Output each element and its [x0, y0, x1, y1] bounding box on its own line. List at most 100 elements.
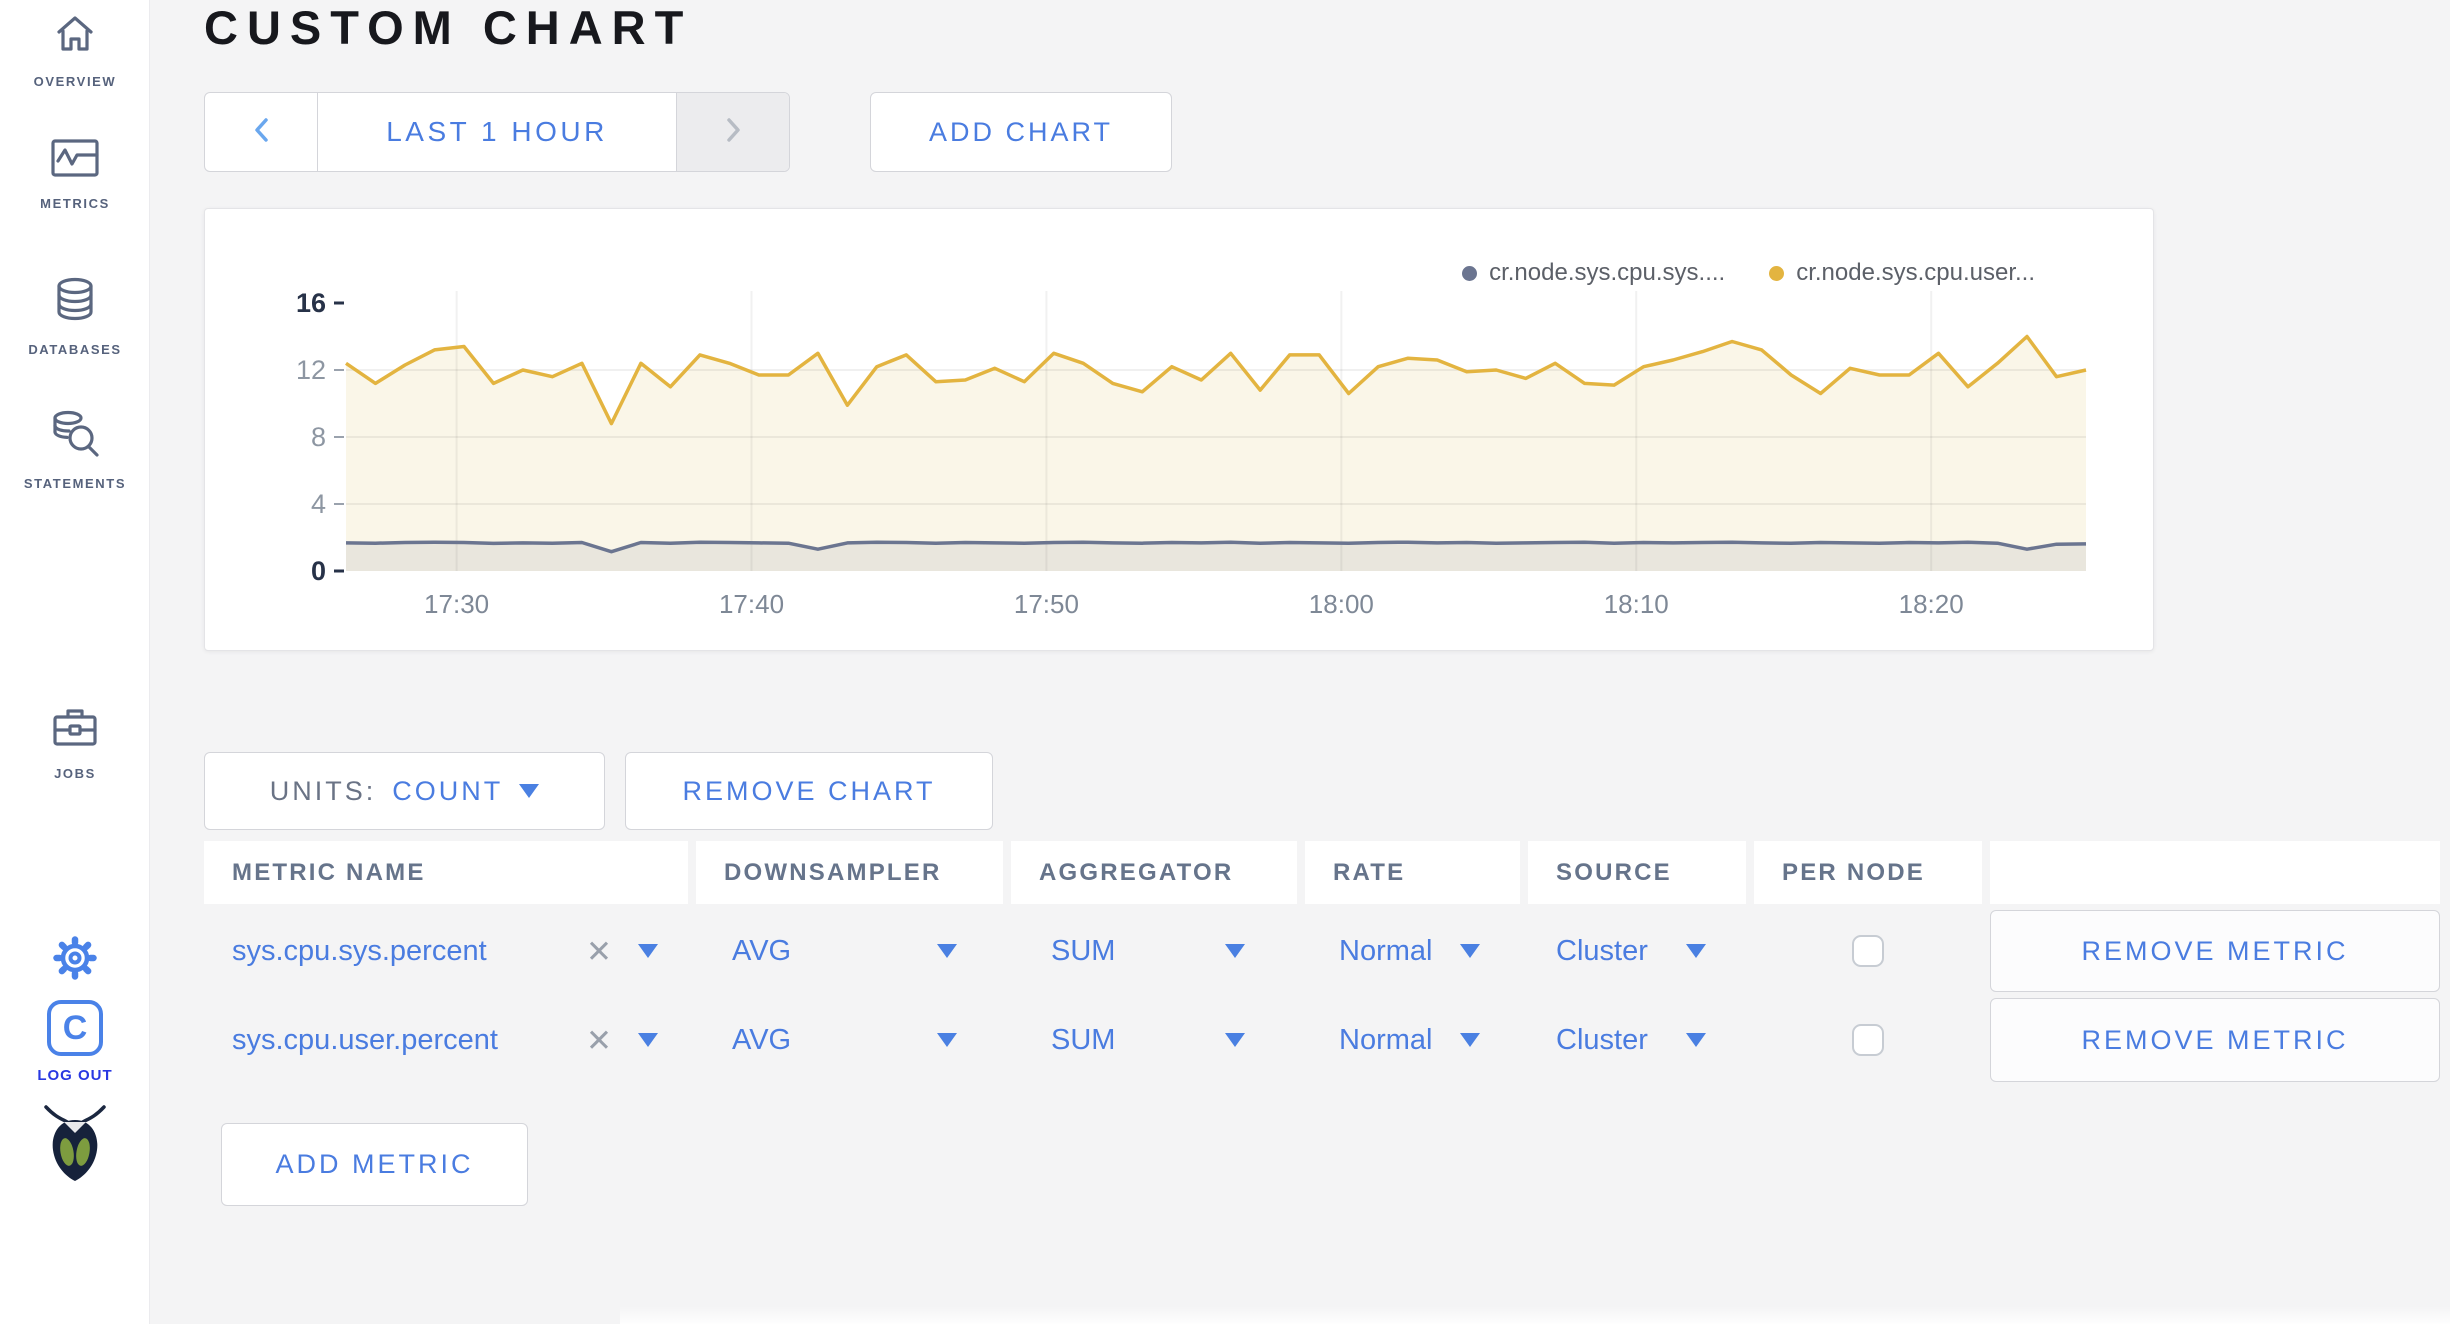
column-header-downsampler: DOWNSAMPLER — [696, 841, 1003, 904]
source-value: Cluster — [1556, 1023, 1648, 1056]
bottom-shade — [620, 1306, 2450, 1324]
units-value: COUNT — [392, 775, 504, 806]
rate-dropdown[interactable]: Normal — [1305, 998, 1520, 1082]
metrics-table: METRIC NAME DOWNSAMPLER AGGREGATOR RATE … — [204, 841, 2440, 1082]
chevron-down-icon — [1460, 1033, 1480, 1047]
clear-metric-icon[interactable]: ✕ — [586, 1025, 612, 1056]
chart-controls-row: UNITS: COUNT REMOVE CHART — [204, 752, 993, 830]
svg-text:18:00: 18:00 — [1309, 589, 1374, 619]
metric-name: sys.cpu.user.percent — [232, 1023, 498, 1056]
svg-text:18:20: 18:20 — [1899, 589, 1964, 619]
chevron-down-icon — [1686, 1033, 1706, 1047]
gear-icon — [53, 936, 97, 985]
sidebar-item-statements[interactable]: STATEMENTS — [0, 410, 150, 491]
chevron-down-icon — [1460, 944, 1480, 958]
chart-card: 17:30 17:40 17:50 18:00 18:10 18:20 0 4 8 12 16 cr… — [204, 208, 2154, 651]
time-range-dropdown[interactable]: LAST 1 HOUR — [317, 93, 677, 171]
home-icon — [49, 10, 101, 63]
units-label: UNITS: — [269, 775, 377, 806]
remove-chart-button[interactable]: REMOVE CHART — [625, 752, 993, 830]
legend-dot — [1769, 265, 1785, 281]
settings-gear-button[interactable] — [0, 936, 150, 985]
chevron-down-icon — [937, 944, 957, 958]
chevron-down-icon — [519, 784, 540, 798]
cockroach-c-logo-icon: C — [47, 1000, 103, 1056]
downsampler-dropdown[interactable]: AVG — [696, 998, 1003, 1082]
chevron-down-icon[interactable] — [638, 1033, 658, 1047]
sidebar-item-label: METRICS — [40, 196, 110, 211]
actions-cell: REMOVE METRIC — [1990, 910, 2440, 992]
chevron-down-icon[interactable] — [638, 944, 658, 958]
actions-cell: REMOVE METRIC — [1990, 998, 2440, 1082]
downsampler-dropdown[interactable]: AVG — [696, 910, 1003, 992]
svg-text:8: 8 — [311, 422, 326, 452]
column-header-source: SOURCE — [1528, 841, 1746, 904]
source-value: Cluster — [1556, 934, 1648, 967]
sidebar-item-overview[interactable]: OVERVIEW — [0, 10, 150, 89]
aggregator-value: SUM — [1051, 1023, 1116, 1056]
aggregator-dropdown[interactable]: SUM — [1011, 998, 1297, 1082]
chevron-down-icon — [1225, 1033, 1245, 1047]
metric-select[interactable]: sys.cpu.sys.percent ✕ — [204, 910, 688, 992]
column-header-rate: RATE — [1305, 841, 1520, 904]
chevron-right-icon — [725, 116, 742, 149]
legend-entry: cr.node.sys.cpu.user... — [1769, 259, 2035, 287]
logout-label: LOG OUT — [37, 1067, 113, 1084]
database-icon — [52, 276, 98, 331]
add-chart-button[interactable]: ADD CHART — [870, 92, 1172, 172]
statements-icon — [49, 410, 101, 465]
units-dropdown[interactable]: UNITS: COUNT — [204, 752, 605, 830]
sidebar-item-label: DATABASES — [28, 342, 122, 357]
sidebar-item-metrics[interactable]: METRICS — [0, 138, 150, 211]
chevron-left-icon — [253, 116, 270, 149]
metric-select[interactable]: sys.cpu.user.percent ✕ — [204, 998, 688, 1082]
column-header-per-node: PER NODE — [1754, 841, 1982, 904]
remove-metric-button[interactable]: REMOVE METRIC — [1990, 910, 2440, 992]
sidebar-item-label: STATEMENTS — [23, 476, 127, 491]
time-range-prev-button[interactable] — [205, 93, 317, 171]
cockroach-bug-logo-icon — [0, 1102, 150, 1184]
svg-text:17:50: 17:50 — [1014, 589, 1079, 619]
column-header-metric-name: METRIC NAME — [204, 841, 688, 904]
legend-entry: cr.node.sys.cpu.sys.... — [1462, 259, 1725, 287]
chart-legend: cr.node.sys.cpu.sys.... cr.node.sys.cpu.… — [1462, 259, 2035, 287]
downsampler-value: AVG — [732, 1023, 792, 1056]
source-dropdown[interactable]: Cluster — [1528, 998, 1746, 1082]
source-dropdown[interactable]: Cluster — [1528, 910, 1746, 992]
logout-button[interactable]: C LOG OUT — [0, 1000, 150, 1084]
chevron-down-icon — [937, 1033, 957, 1047]
svg-text:16: 16 — [296, 288, 326, 318]
clear-metric-icon[interactable]: ✕ — [586, 936, 612, 967]
sidebar-item-label: JOBS — [54, 766, 96, 781]
svg-text:17:30: 17:30 — [424, 589, 489, 619]
legend-dot — [1462, 265, 1478, 281]
sidebar-item-jobs[interactable]: JOBS — [0, 706, 150, 781]
time-range-selector: LAST 1 HOUR — [204, 92, 790, 172]
rate-value: Normal — [1339, 1023, 1433, 1056]
per-node-checkbox[interactable] — [1852, 935, 1884, 967]
sidebar-item-label: OVERVIEW — [33, 74, 117, 89]
column-header-aggregator: AGGREGATOR — [1011, 841, 1297, 904]
jobs-icon — [50, 706, 100, 755]
per-node-cell — [1754, 910, 1982, 992]
legend-series-label: cr.node.sys.cpu.sys.... — [1489, 259, 1726, 286]
svg-text:0: 0 — [311, 556, 326, 586]
svg-text:18:10: 18:10 — [1604, 589, 1669, 619]
metric-name: sys.cpu.sys.percent — [232, 934, 487, 967]
rate-dropdown[interactable]: Normal — [1305, 910, 1520, 992]
time-range-next-button[interactable] — [677, 93, 789, 171]
add-metric-button[interactable]: ADD METRIC — [221, 1123, 528, 1206]
column-header-actions — [1990, 841, 2440, 904]
downsampler-value: AVG — [732, 934, 792, 967]
sidebar-item-databases[interactable]: DATABASES — [0, 276, 150, 357]
remove-metric-button[interactable]: REMOVE METRIC — [1990, 998, 2440, 1082]
aggregator-dropdown[interactable]: SUM — [1011, 910, 1297, 992]
svg-text:17:40: 17:40 — [719, 589, 784, 619]
svg-text:12: 12 — [296, 355, 326, 385]
metrics-icon — [50, 138, 100, 185]
svg-text:4: 4 — [311, 489, 326, 519]
legend-series-label: cr.node.sys.cpu.user... — [1796, 259, 2035, 286]
aggregator-value: SUM — [1051, 934, 1116, 967]
per-node-checkbox[interactable] — [1852, 1024, 1884, 1056]
sidebar: OVERVIEW METRICS DATABASES STATEMENTS JO… — [0, 0, 150, 1324]
